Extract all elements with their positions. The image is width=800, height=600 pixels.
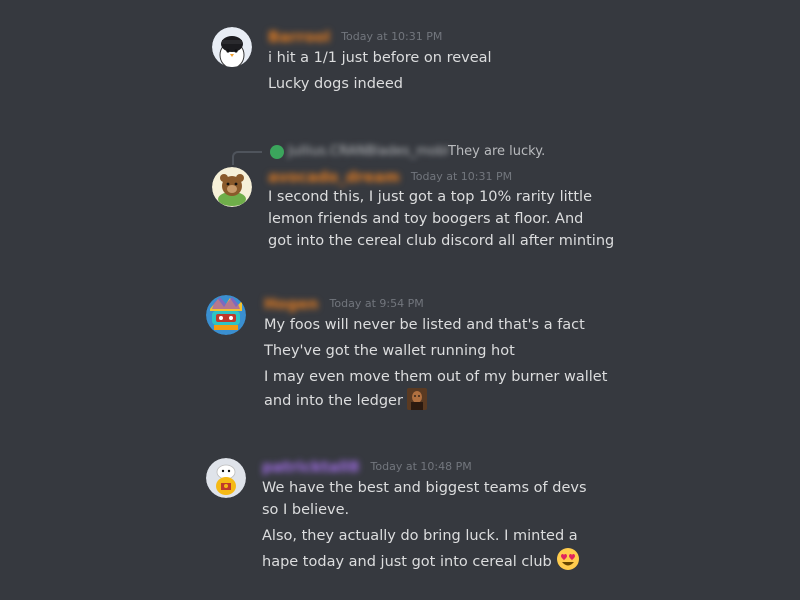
person-emoji[interactable]: [406, 388, 427, 417]
reply-username[interactable]: Jullius.CRANBlades_mobl: [288, 144, 449, 159]
timestamp[interactable]: Today at 9:54 PM: [330, 297, 424, 310]
message-text-part: hape today and just got into cereal club: [262, 554, 552, 570]
username[interactable]: patricktall8: [262, 458, 359, 476]
message-text: I may even move them out of my burner wa…: [264, 369, 608, 385]
username[interactable]: Hogen: [264, 295, 318, 313]
heart-eyes-emoji[interactable]: [556, 547, 580, 578]
bear-avatar-icon: [212, 167, 252, 207]
timestamp[interactable]: Today at 10:31 PM: [411, 170, 512, 183]
avatar[interactable]: [206, 458, 246, 498]
penguin-hoodie-avatar-icon: [212, 27, 252, 67]
message-text: and into the ledger: [264, 388, 427, 417]
reply-text[interactable]: They are lucky.: [448, 144, 545, 159]
message-text: so I believe.: [262, 502, 350, 518]
avatar[interactable]: [212, 27, 252, 67]
colorful-cartoon-avatar-icon: [206, 295, 246, 335]
message-text: Also, they actually do bring luck. I min…: [262, 528, 578, 544]
green-frog-icon: [270, 145, 284, 159]
username[interactable]: Barrool: [268, 28, 330, 46]
message-text: Lucky dogs indeed: [268, 76, 403, 92]
message-text: hape today and just got into cereal club: [262, 547, 580, 578]
message-text: got into the cereal club discord all aft…: [268, 233, 615, 249]
timestamp[interactable]: Today at 10:48 PM: [371, 460, 472, 473]
message-header: Hogen Today at 9:54 PM: [264, 293, 424, 313]
message-header: patricktall8 Today at 10:48 PM: [262, 456, 472, 476]
message-text: My foos will never be listed and that's …: [264, 317, 585, 333]
duck-avatar-icon: [206, 458, 246, 498]
message-text: lemon friends and toy boogers at floor. …: [268, 211, 584, 227]
timestamp[interactable]: Today at 10:31 PM: [341, 30, 442, 43]
message-text: I second this, I just got a top 10% rari…: [268, 189, 592, 205]
message-text: We have the best and biggest teams of de…: [262, 480, 587, 496]
avatar[interactable]: [206, 295, 246, 335]
message-header: avocado_dream Today at 10:31 PM: [268, 166, 512, 186]
message-header: Barrool Today at 10:31 PM: [268, 26, 442, 46]
message-text: i hit a 1/1 just before on reveal: [268, 50, 492, 66]
reply-spine: [232, 151, 262, 165]
message-text-part: and into the ledger: [264, 393, 403, 409]
avatar[interactable]: [212, 167, 252, 207]
username[interactable]: avocado_dream: [268, 168, 400, 186]
message-text: They've got the wallet running hot: [264, 343, 515, 359]
